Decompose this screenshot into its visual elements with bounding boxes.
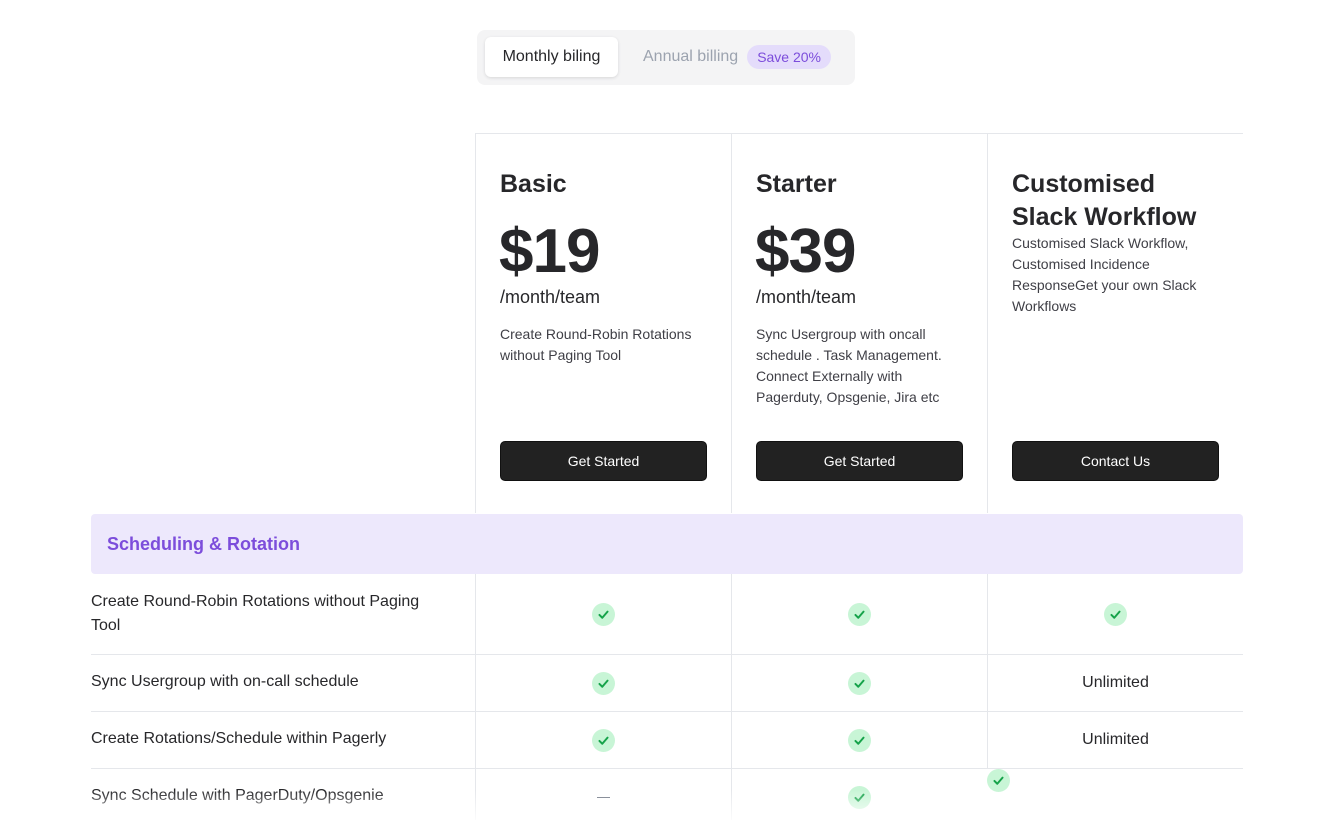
feature-cell-basic (475, 769, 731, 820)
feature-cell-starter (731, 769, 987, 820)
plan-description: Create Round-Robin Rotations without Pag… (500, 326, 692, 363)
plan-name: Customised Slack Workflow (1012, 170, 1197, 231)
feature-row: Sync Usergroup with on-call schedule Unl… (91, 655, 1243, 712)
check-icon (848, 671, 871, 695)
feature-label: Sync Schedule with PagerDuty/Opsgenie (91, 787, 384, 804)
monthly-billing-option[interactable]: Monthly biling (485, 37, 618, 77)
feature-label: Sync Usergroup with on-call schedule (91, 673, 359, 690)
feature-cell-customised: Unlimited (987, 712, 1243, 768)
plan-description: Sync Usergroup with oncall schedule . Ta… (756, 326, 942, 405)
dash-icon (597, 796, 610, 799)
feature-cell-starter (731, 655, 987, 711)
annual-billing-option[interactable]: Annual billing Save 20% (643, 37, 832, 77)
feature-label: Create Round-Robin Rotations without Pag… (91, 593, 420, 634)
feature-cell-starter (731, 574, 987, 654)
feature-cell-starter (731, 712, 987, 768)
feature-cell-basic (475, 655, 731, 711)
check-icon (592, 671, 615, 695)
feature-value: Unlimited (1082, 731, 1149, 748)
check-icon (592, 602, 615, 626)
plan-price: $39 (755, 217, 856, 286)
get-started-basic-button[interactable]: Get Started (500, 441, 707, 481)
check-icon (592, 728, 615, 752)
feature-value: Unlimited (1082, 674, 1149, 691)
feature-cell-customised (987, 769, 1243, 820)
check-icon (848, 602, 871, 626)
get-started-starter-button[interactable]: Get Started (756, 441, 963, 481)
check-icon (987, 769, 1010, 792)
plan-card-starter: Starter $39 /month/team Sync Usergroup w… (731, 133, 987, 513)
contact-us-button[interactable]: Contact Us (1012, 441, 1219, 481)
annual-billing-label: Annual billing (643, 48, 739, 65)
billing-toggle: Monthly biling Annual billing Save 20% (477, 30, 855, 85)
save-badge: Save 20% (747, 45, 832, 69)
check-icon (848, 728, 871, 752)
section-title: Scheduling & Rotation (107, 534, 300, 554)
section-header: Scheduling & Rotation (91, 514, 1243, 574)
plan-price-unit: /month/team (500, 287, 601, 307)
feature-cell-customised: Unlimited (987, 655, 1243, 711)
plan-price: $19 (499, 217, 600, 286)
check-icon (1104, 602, 1127, 626)
feature-row: Sync Schedule with PagerDuty/Opsgenie (91, 769, 1243, 820)
plan-description: Customised Slack Workflow, Customised In… (1012, 235, 1197, 314)
feature-cell-basic (475, 574, 731, 654)
feature-cell-customised (987, 574, 1243, 654)
plan-name: Starter (756, 170, 837, 198)
plan-card-customised: Customised Slack Workflow Customised Sla… (987, 133, 1243, 513)
feature-row: Create Rotations/Schedule within Pagerly… (91, 712, 1243, 769)
feature-cell-basic (475, 712, 731, 768)
feature-row: Create Round-Robin Rotations without Pag… (91, 574, 1243, 655)
check-icon (848, 786, 871, 809)
plan-price-unit: /month/team (756, 287, 857, 307)
plan-name: Basic (500, 170, 567, 198)
plan-card-basic: Basic $19 /month/team Create Round-Robin… (475, 133, 731, 513)
feature-label: Create Rotations/Schedule within Pagerly (91, 730, 387, 747)
